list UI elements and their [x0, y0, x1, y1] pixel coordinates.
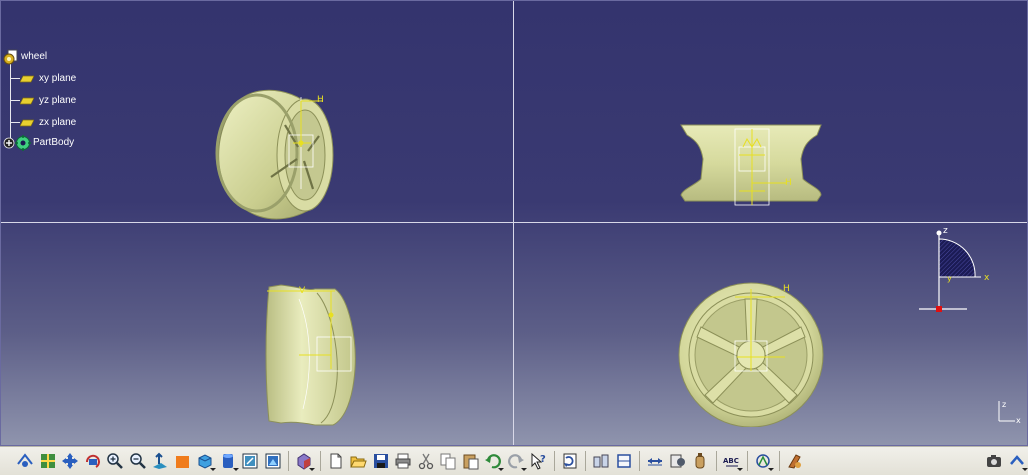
apply-material-icon[interactable] [262, 450, 284, 472]
wheel-side-model: V [265, 284, 356, 426]
measure-item-icon[interactable] [613, 450, 635, 472]
tree-item-xy-plane[interactable]: xy plane [20, 71, 78, 87]
redo-icon[interactable] [505, 450, 527, 472]
pan-icon[interactable] [59, 450, 81, 472]
mini-axis-z-label: z [1002, 400, 1006, 409]
camera-icon[interactable] [983, 450, 1005, 472]
viewport-side[interactable]: V [259, 279, 369, 429]
tree-item-label: yz plane [39, 95, 77, 106]
parameters-icon[interactable] [689, 450, 711, 472]
fit-all-icon[interactable] [37, 450, 59, 472]
undo-icon[interactable] [482, 450, 504, 472]
tree-item-label: zx plane [39, 117, 77, 128]
open-icon[interactable] [347, 450, 369, 472]
whats-this-icon[interactable]: ? [527, 450, 549, 472]
mini-axis-x-label: x [1016, 416, 1021, 425]
3d-cube-icon[interactable] [293, 450, 315, 472]
save-icon[interactable] [370, 450, 392, 472]
material-icon[interactable] [784, 450, 806, 472]
compass-y-label: y [947, 274, 952, 283]
zoom-out-icon[interactable] [127, 450, 149, 472]
tree-item-zx-plane[interactable]: zx plane [20, 115, 78, 131]
wheel-front-model: H [680, 124, 822, 206]
paste-icon[interactable] [460, 450, 482, 472]
wheel-top-model: H [678, 282, 824, 427]
3d-workspace[interactable]: wheel xy plane yz plane zx plane PartBod… [0, 0, 1028, 446]
plane-icon [20, 119, 34, 127]
compass-z-label: z [943, 226, 948, 236]
swap-visible-icon[interactable] [239, 450, 261, 472]
viewport-divider-vertical [513, 1, 514, 445]
compass-x-label: x [984, 273, 990, 283]
copy-icon[interactable] [437, 450, 459, 472]
iso-view-icon[interactable] [194, 450, 216, 472]
sketch-compass[interactable]: z x y [911, 225, 1001, 317]
3d-compass-icon[interactable] [752, 450, 774, 472]
more-icon[interactable] [1006, 450, 1028, 472]
new-icon[interactable] [325, 450, 347, 472]
sketch-label: H [783, 284, 790, 294]
viewport-divider-horizontal [1, 222, 1027, 223]
wheel-isometric-model: H [215, 89, 334, 220]
print-icon[interactable] [392, 450, 414, 472]
svg-text:?: ? [540, 454, 546, 465]
abc-label: ABC [723, 457, 739, 465]
axis-triad-icon: z x [998, 400, 1021, 425]
viewport-front[interactable]: H [677, 119, 827, 211]
measure-inertia-icon[interactable] [644, 450, 666, 472]
text-annotation-icon[interactable]: ABC [721, 450, 743, 472]
viewport-top[interactable]: H [673, 277, 829, 427]
tree-root[interactable]: wheel [3, 49, 49, 65]
measure-between-icon[interactable] [590, 450, 612, 472]
sketch-label: V [299, 286, 306, 296]
bottom-toolbar: ? ABC [0, 446, 1028, 475]
tree-item-partbody[interactable]: PartBody [3, 135, 76, 151]
tree-item-label: xy plane [39, 73, 77, 84]
render-style-icon[interactable] [172, 450, 194, 472]
sketch-label: H [785, 178, 792, 188]
partbody-gear-icon [15, 135, 31, 151]
expand-plus-icon[interactable] [3, 137, 15, 149]
update-icon[interactable] [559, 450, 581, 472]
tree-item-label: PartBody [33, 137, 75, 148]
knowledge-icon[interactable] [667, 450, 689, 472]
specification-tree[interactable]: wheel xy plane yz plane zx plane PartBod… [3, 45, 123, 155]
compass-axes-icon: z x y [919, 226, 990, 312]
zoom-in-icon[interactable] [104, 450, 126, 472]
fly-mode-icon[interactable] [14, 450, 36, 472]
axis-triad: z x [993, 397, 1023, 425]
plane-icon [20, 75, 34, 83]
rotate-icon[interactable] [82, 450, 104, 472]
sketch-label: H [317, 95, 324, 105]
hide-show-icon[interactable] [217, 450, 239, 472]
tree-root-label: wheel [21, 51, 48, 62]
part-icon [3, 49, 18, 65]
normal-view-icon[interactable] [149, 450, 171, 472]
plane-icon [20, 97, 34, 105]
tree-item-yz-plane[interactable]: yz plane [20, 93, 78, 109]
viewport-isometric[interactable]: H [201, 81, 351, 226]
cut-icon[interactable] [415, 450, 437, 472]
